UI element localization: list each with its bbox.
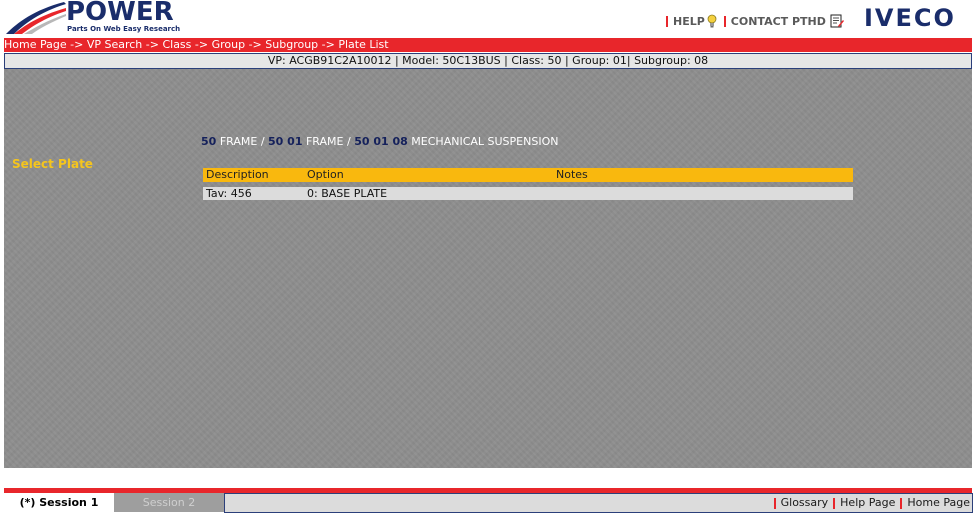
section-label: Select Plate bbox=[12, 157, 93, 171]
classification-trail: 50 FRAME / 50 01 FRAME / 50 01 08 MECHAN… bbox=[201, 135, 558, 148]
power-logo-title: POWER bbox=[66, 0, 174, 27]
cell-description[interactable]: Tav: 456 bbox=[203, 187, 304, 200]
trail-separator: / bbox=[346, 135, 351, 148]
help-link[interactable]: HELP bbox=[673, 15, 705, 28]
footer-link-bar: Glossary Help Page Home Page bbox=[224, 493, 973, 513]
footer-links: Glossary Help Page Home Page bbox=[769, 496, 970, 510]
lightbulb-icon[interactable] bbox=[707, 14, 717, 28]
breadcrumb-separator: -> bbox=[191, 38, 212, 51]
tab-session-1[interactable]: (*) Session 1 bbox=[4, 493, 114, 512]
breadcrumb-subgroup[interactable]: Subgroup bbox=[265, 38, 318, 51]
column-header-description: Description bbox=[206, 168, 269, 181]
separator bbox=[833, 497, 836, 509]
breadcrumb-home[interactable]: Home Page bbox=[4, 38, 67, 51]
breadcrumb-separator: -> bbox=[142, 38, 163, 51]
column-header-option: Option bbox=[307, 168, 344, 181]
vehicle-info-bar: VP: ACGB91C2A10012 | Model: 50C13BUS | C… bbox=[4, 53, 972, 69]
separator bbox=[723, 15, 726, 27]
column-header-notes: Notes bbox=[556, 168, 588, 181]
iveco-logo[interactable]: IVECO bbox=[864, 3, 956, 33]
header: POWER Parts On Web Easy Research HELP CO… bbox=[0, 0, 980, 38]
breadcrumb-class[interactable]: Class bbox=[162, 38, 191, 51]
cell-notes bbox=[553, 187, 853, 200]
tab-session-2[interactable]: Session 2 bbox=[114, 493, 224, 512]
breadcrumb-plate-list: Plate List bbox=[338, 38, 389, 51]
separator bbox=[773, 497, 776, 509]
power-logo-subtitle: Parts On Web Easy Research bbox=[67, 25, 181, 33]
power-logo[interactable]: POWER Parts On Web Easy Research bbox=[4, 0, 180, 37]
breadcrumb-separator: -> bbox=[245, 38, 266, 51]
class-name: FRAME bbox=[219, 135, 258, 148]
breadcrumb-group[interactable]: Group bbox=[212, 38, 246, 51]
header-links: HELP CONTACT PTHD bbox=[666, 14, 844, 28]
table-row[interactable]: Tav: 456 0: BASE PLATE bbox=[203, 187, 853, 200]
breadcrumb-vp-search[interactable]: VP Search bbox=[87, 38, 142, 51]
breadcrumb-separator: -> bbox=[318, 38, 339, 51]
separator bbox=[900, 497, 903, 509]
class-code: 50 bbox=[201, 135, 217, 148]
subgroup-code: 50 01 08 bbox=[354, 135, 408, 148]
home-page-link[interactable]: Home Page bbox=[907, 496, 970, 510]
contact-pthd-link[interactable]: CONTACT PTHD bbox=[731, 15, 826, 28]
main-content: Select Plate 50 FRAME / 50 01 FRAME / 50… bbox=[4, 69, 972, 468]
group-name: FRAME bbox=[305, 135, 344, 148]
group-code: 50 01 bbox=[268, 135, 303, 148]
plate-table: Description Option Notes Tav: 456 0: BAS… bbox=[203, 168, 853, 200]
breadcrumb-separator: -> bbox=[66, 38, 87, 51]
trail-separator: / bbox=[260, 135, 265, 148]
power-swoosh-icon bbox=[6, 2, 66, 34]
separator bbox=[666, 15, 668, 27]
table-header-row: Description Option Notes bbox=[203, 168, 853, 182]
footer: (*) Session 1 Session 2 Glossary Help Pa… bbox=[4, 493, 973, 513]
subgroup-name: MECHANICAL SUSPENSION bbox=[411, 135, 559, 148]
cell-option[interactable]: 0: BASE PLATE bbox=[304, 187, 553, 200]
glossary-link[interactable]: Glossary bbox=[781, 496, 829, 510]
breadcrumb: Home Page -> VP Search -> Class -> Group… bbox=[4, 38, 972, 52]
help-page-link[interactable]: Help Page bbox=[840, 496, 895, 510]
memo-pencil-icon[interactable] bbox=[830, 14, 844, 28]
